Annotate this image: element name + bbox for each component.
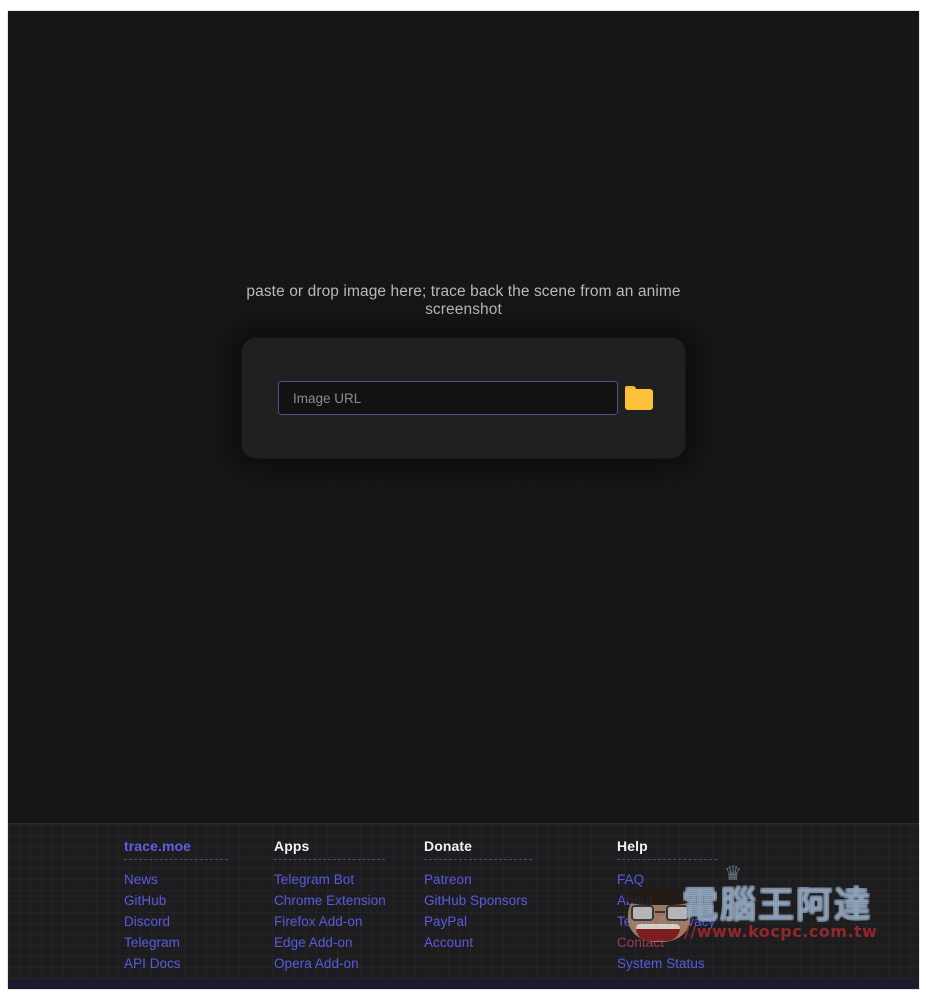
footer-column-tracemoe: trace.moe News GitHub Discord Telegram A… [124,838,274,974]
footer-link-chrome-extension[interactable]: Chrome Extension [274,890,424,911]
footer-columns: trace.moe News GitHub Discord Telegram A… [124,838,767,974]
footer-link-github-sponsors[interactable]: GitHub Sponsors [424,890,617,911]
footer-column-apps: Apps Telegram Bot Chrome Extension Firef… [274,838,424,974]
browser-page-frame: paste or drop image here; trace back the… [8,11,919,989]
footer-link-contact[interactable]: Contact [617,932,767,953]
folder-open-icon[interactable] [625,385,653,411]
footer-heading-apps: Apps [274,838,385,860]
drop-hint-text: paste or drop image here; trace back the… [246,283,681,318]
folder-icon-body [625,389,653,410]
footer-heading-help: Help [617,838,717,860]
image-url-input[interactable] [278,381,618,415]
footer-link-terms-privacy[interactable]: Terms & Privacy [617,911,767,932]
footer-link-paypal[interactable]: PayPal [424,911,617,932]
footer-heading-tracemoe[interactable]: trace.moe [124,838,228,860]
search-row [278,381,653,415]
footer-link-github[interactable]: GitHub [124,890,274,911]
footer-column-donate: Donate Patreon GitHub Sponsors PayPal Ac… [424,838,617,974]
footer-link-edge-addon[interactable]: Edge Add-on [274,932,424,953]
footer-heading-donate: Donate [424,838,532,860]
hero-section: paste or drop image here; trace back the… [8,283,919,458]
footer-link-system-status[interactable]: System Status [617,953,767,974]
page-canvas: paste or drop image here; trace back the… [8,11,919,989]
image-dropzone[interactable] [242,338,685,458]
footer-column-help: Help FAQ About Terms & Privacy Contact S… [617,838,767,974]
footer-link-firefox-addon[interactable]: Firefox Add-on [274,911,424,932]
footer-bottom-strip [8,979,919,989]
footer-link-api-docs[interactable]: API Docs [124,953,274,974]
site-footer: trace.moe News GitHub Discord Telegram A… [8,823,919,989]
footer-link-account[interactable]: Account [424,932,617,953]
footer-link-discord[interactable]: Discord [124,911,274,932]
footer-link-telegram[interactable]: Telegram [124,932,274,953]
footer-link-opera-addon[interactable]: Opera Add-on [274,953,424,974]
footer-link-news[interactable]: News [124,869,274,890]
footer-link-about[interactable]: About [617,890,767,911]
footer-link-faq[interactable]: FAQ [617,869,767,890]
footer-link-telegram-bot[interactable]: Telegram Bot [274,869,424,890]
footer-link-patreon[interactable]: Patreon [424,869,617,890]
